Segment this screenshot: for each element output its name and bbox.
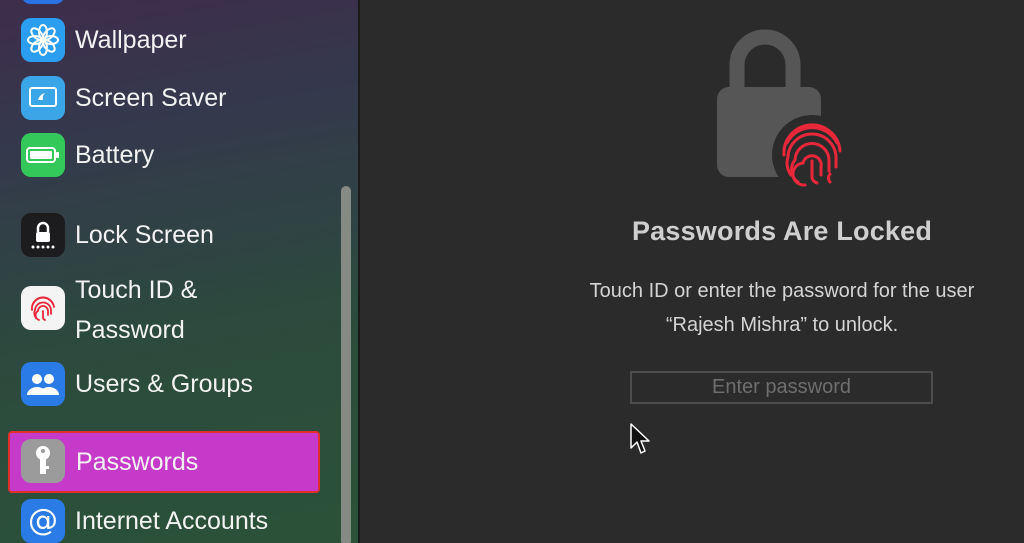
fingerprint-icon (772, 115, 852, 195)
sidebar-item-label: Battery (75, 141, 155, 169)
users-groups-icon (21, 362, 65, 406)
sidebar-item-label: Lock Screen (75, 221, 214, 249)
unlock-message-line1: Touch ID or enter the password for the u… (589, 280, 975, 302)
sidebar-item-partial[interactable] (21, 0, 65, 4)
lock-screen-icon (21, 213, 65, 257)
sidebar-scrollbar[interactable] (341, 186, 351, 543)
wallpaper-icon (21, 18, 65, 62)
battery-icon (21, 133, 65, 177)
lock-icon (717, 29, 852, 195)
sidebar-item-touch-id-password[interactable]: Touch ID & Password (10, 268, 315, 352)
sidebar-item-lock-screen[interactable]: Lock Screen (10, 213, 315, 257)
sidebar-item-label: Internet Accounts (75, 507, 269, 535)
sidebar-item-label: Wallpaper (75, 26, 187, 54)
sidebar-item-battery[interactable]: Battery (10, 133, 315, 177)
sidebar-item-internet-accounts[interactable]: @ Internet Accounts (10, 499, 315, 543)
sidebar-item-passwords[interactable]: Passwords (8, 431, 320, 493)
sidebar-item-wallpaper[interactable]: Wallpaper (10, 18, 315, 62)
sidebar-item-label: Screen Saver (75, 84, 227, 112)
main-pane: Passwords Are Locked Touch ID or enter t… (360, 0, 1024, 543)
screen-saver-icon (21, 76, 65, 120)
fingerprint-icon (21, 286, 65, 330)
sidebar-item-users-groups[interactable]: Users & Groups (10, 362, 315, 406)
sidebar-item-label-line1: Touch ID & (75, 276, 198, 304)
mouse-pointer-icon (630, 423, 650, 454)
password-field[interactable] (630, 371, 933, 404)
sidebar-item-screen-saver[interactable]: Screen Saver (10, 76, 315, 120)
sidebar-item-label-line2: Password (75, 316, 185, 344)
sidebar-item-label: Passwords (76, 448, 199, 476)
key-icon (21, 439, 65, 483)
page-title: Passwords Are Locked (631, 216, 933, 246)
sidebar: Wallpaper Screen Saver Battery Lock Scre… (0, 0, 358, 543)
unlock-message-line2: “Rajesh Mishra” to unlock. (665, 314, 899, 336)
sidebar-item-label: Users & Groups (75, 370, 253, 398)
at-sign-icon: @ (21, 499, 65, 543)
unlock-message: Touch ID or enter the password for the u… (542, 274, 1022, 342)
